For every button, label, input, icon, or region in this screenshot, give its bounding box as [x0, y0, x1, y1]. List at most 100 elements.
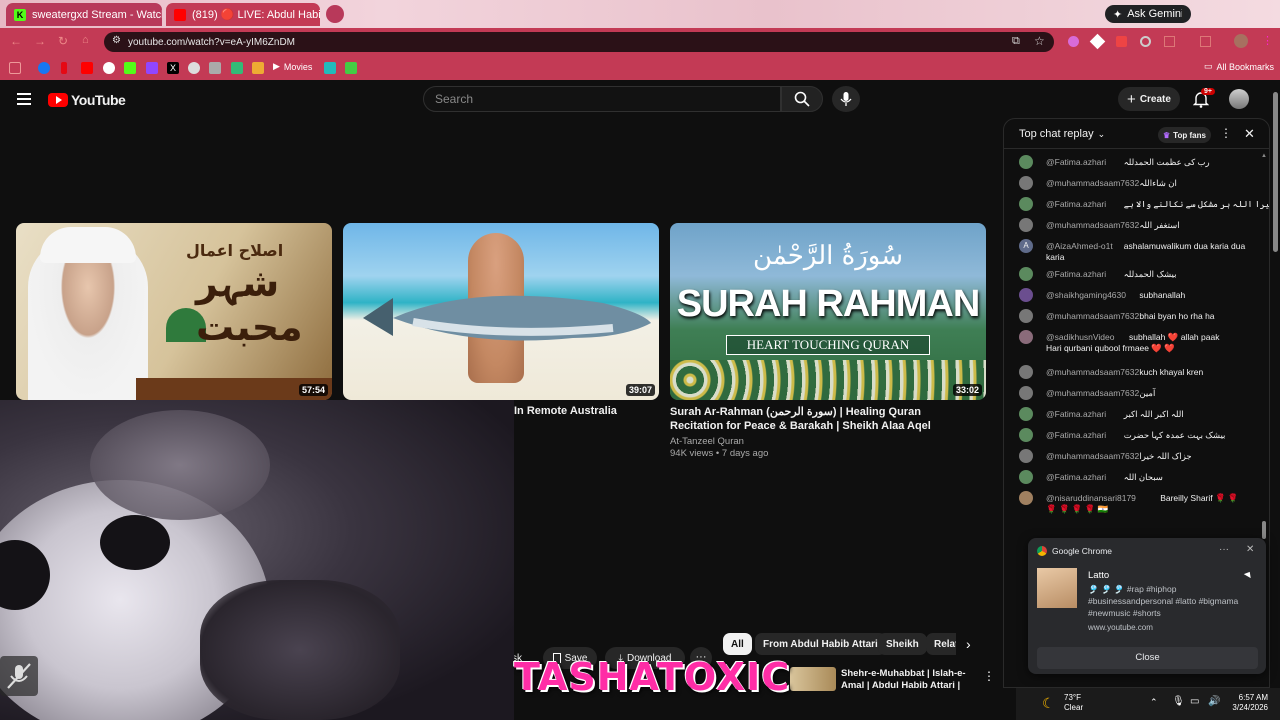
avatar[interactable] — [1019, 309, 1033, 323]
extension-icon[interactable] — [1140, 36, 1151, 47]
avatar[interactable] — [1019, 365, 1033, 379]
reload-icon[interactable]: ↻ — [58, 34, 68, 48]
search-input[interactable]: Search — [423, 86, 781, 112]
avatar[interactable] — [1019, 288, 1033, 302]
related-video-title[interactable]: Shehr-e-Muhabbat | Islah-e- Amal | Abdul… — [841, 668, 966, 692]
youtube-icon[interactable] — [81, 62, 93, 74]
tab-kick-stream[interactable]: K sweatergxd Stream - Watch Liv ✕ — [6, 3, 162, 26]
avatar[interactable] — [1019, 330, 1033, 344]
video-title[interactable]: In Remote Australia — [514, 405, 617, 417]
bookmark-icon[interactable] — [209, 62, 221, 74]
chat-author[interactable]: @muhammadsaam7632 — [1046, 178, 1139, 189]
extension-icon[interactable] — [1200, 36, 1211, 47]
bookmark-icon[interactable] — [231, 62, 243, 74]
microphone-icon[interactable]: 🎙 — [1172, 696, 1185, 707]
extension-icon[interactable] — [1164, 36, 1175, 47]
close-icon[interactable]: ✕ — [1244, 126, 1255, 142]
install-icon[interactable]: ⧉ — [1012, 35, 1020, 48]
account-avatar[interactable] — [1229, 89, 1249, 109]
avatar[interactable] — [1019, 428, 1033, 442]
chat-mode-dropdown[interactable]: Top chat replay ⌄ — [1019, 128, 1105, 140]
profile-avatar[interactable] — [1234, 34, 1248, 48]
voice-search-button[interactable] — [832, 86, 860, 112]
chat-author[interactable]: @muhammadsaam7632 — [1046, 220, 1139, 231]
avatar[interactable] — [1019, 449, 1033, 463]
youtube-logo[interactable]: YouTube — [48, 92, 126, 108]
forward-icon[interactable]: → — [34, 34, 46, 48]
site-info-icon[interactable]: ⚙ — [112, 35, 121, 46]
volume-icon[interactable]: 🔊 — [1208, 696, 1220, 707]
close-notification-button[interactable]: Close — [1037, 647, 1258, 669]
weather-widget[interactable]: 73°F Clear — [1064, 693, 1083, 713]
chat-author[interactable]: @nisaruddinansari8179 — [1046, 493, 1136, 504]
chat-author[interactable]: @AizaAhmed-o1t — [1046, 241, 1113, 252]
home-icon[interactable]: ⌂ — [82, 34, 89, 46]
chat-author[interactable]: @Fatima.azhari — [1046, 430, 1106, 441]
bookmark-icon[interactable] — [324, 62, 336, 74]
chat-author[interactable]: @shaikhgaming4630 — [1046, 290, 1126, 301]
clock[interactable]: 6:57 AM 3/24/2026 — [1226, 693, 1268, 713]
extension-icon[interactable] — [1068, 36, 1079, 47]
video-thumbnail[interactable]: 39:07 — [343, 223, 659, 400]
avatar[interactable] — [1019, 197, 1033, 211]
x-icon[interactable]: X — [167, 62, 179, 74]
create-button[interactable]: + Create — [1118, 87, 1180, 111]
extension-icon[interactable] — [1116, 36, 1127, 47]
address-bar[interactable]: ⚙ youtube.com/watch?v=eA-yIM6ZnDM ⧉ ☆ — [104, 32, 1054, 52]
chip-related[interactable]: Relat — [926, 633, 956, 655]
bookmark-icon[interactable] — [345, 62, 357, 74]
close-icon[interactable]: ✕ — [1246, 544, 1254, 555]
chevron-right-icon[interactable]: › — [966, 636, 971, 652]
avatar[interactable] — [1019, 176, 1033, 190]
kick-icon[interactable] — [124, 62, 136, 74]
chat-author[interactable]: @muhammadsaam7632 — [1046, 311, 1139, 322]
ask-gemini-button[interactable]: ✦ Ask Gemini — [1105, 5, 1192, 23]
video-thumbnail[interactable]: اصلاح اعمال شہر محبت 57:54 — [16, 223, 332, 400]
chat-author[interactable]: @sadikhusnVideo — [1046, 332, 1115, 343]
bookmark-icon[interactable] — [103, 62, 115, 74]
tab-youtube-live[interactable]: (819) 🔴 LIVE: Abdul Habib Atta ✕ — [166, 3, 320, 26]
bookmark-star-icon[interactable]: ☆ — [1034, 34, 1045, 48]
netflix-icon[interactable] — [61, 62, 67, 74]
chat-author[interactable]: @muhammadsaam7632 — [1046, 388, 1139, 399]
avatar[interactable] — [1019, 386, 1033, 400]
all-bookmarks[interactable]: ▭ All Bookmarks — [1204, 61, 1274, 72]
bookmark-movies[interactable]: ▶ Movies — [273, 61, 312, 72]
bookmark-icon[interactable] — [252, 62, 264, 74]
hamburger-menu-icon[interactable] — [17, 93, 31, 105]
back-icon[interactable]: ← — [10, 34, 22, 48]
avatar[interactable]: A — [1019, 239, 1033, 253]
chip-sheikh[interactable]: Sheikh — [878, 633, 927, 655]
apps-icon[interactable] — [9, 62, 21, 74]
twitch-icon[interactable] — [146, 62, 158, 74]
more-options-icon[interactable]: ··· — [1219, 544, 1229, 555]
notifications-button[interactable]: 9+ — [1192, 88, 1215, 113]
facebook-icon[interactable] — [38, 62, 50, 74]
chat-author[interactable]: @muhammadsaam7632 — [1046, 451, 1139, 462]
chat-author[interactable]: @Fatima.azhari — [1046, 409, 1106, 420]
channel-name[interactable]: At-Tanzeel Quran — [670, 436, 744, 447]
more-options-icon[interactable]: ⋮ — [1220, 126, 1232, 140]
page-scrollbar[interactable] — [1270, 80, 1280, 688]
avatar[interactable] — [1019, 491, 1033, 505]
avatar[interactable] — [1019, 407, 1033, 421]
chip-all[interactable]: All — [723, 633, 752, 655]
chat-author[interactable]: @Fatima.azhari — [1046, 269, 1106, 280]
bookmark-icon[interactable] — [188, 62, 200, 74]
top-fans-button[interactable]: ♛ Top fans — [1158, 127, 1211, 143]
chat-author[interactable]: @Fatima.azhari — [1046, 472, 1106, 483]
video-thumbnail[interactable]: سُورَةُ الرَّحْمٰن SURAH RAHMAN HEART TO… — [670, 223, 986, 400]
more-options-icon[interactable]: ⋮ — [983, 669, 995, 683]
chat-author[interactable]: @Fatima.azhari — [1046, 199, 1106, 210]
new-tab-button[interactable] — [326, 5, 344, 23]
chevron-up-icon[interactable]: ⌃ — [1150, 697, 1158, 708]
avatar[interactable] — [1019, 155, 1033, 169]
chrome-notification[interactable]: Google Chrome ··· ✕ Latto 🎐 🎐 🎐 #rap #hi… — [1028, 538, 1266, 674]
chat-author[interactable]: @Fatima.azhari — [1046, 157, 1106, 168]
chip-from-channel[interactable]: From Abdul Habib Attari — [755, 633, 886, 655]
network-icon[interactable]: ▭ — [1190, 696, 1199, 707]
search-button[interactable] — [781, 86, 823, 112]
avatar[interactable] — [1019, 267, 1033, 281]
menu-icon[interactable]: ⋮ — [1262, 34, 1273, 47]
avatar[interactable] — [1019, 470, 1033, 484]
